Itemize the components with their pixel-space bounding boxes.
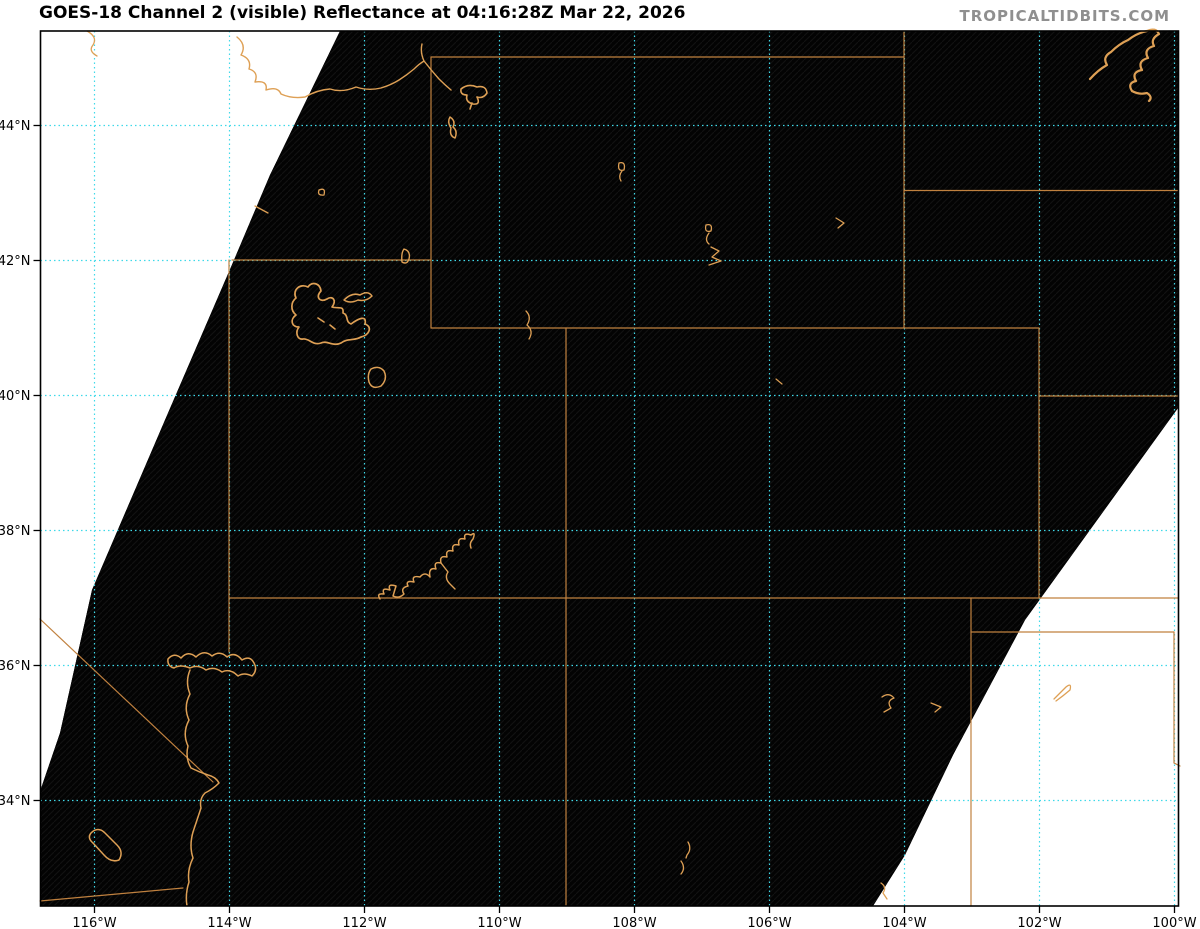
oregon-border-river-fragment [86, 30, 98, 57]
goes-satellite-viewer: GOES-18 Channel 2 (visible) Reflectance … [0, 0, 1200, 929]
lon-tick-label: 116°W [72, 916, 116, 929]
lat-tick-label: 34°N [0, 794, 31, 809]
lat-tick-label: 42°N [0, 254, 31, 269]
lat-tick-label: 40°N [0, 389, 31, 404]
lon-tick-label: 104°W [882, 916, 926, 929]
satellite-map: 44°N 42°N 40°N 38°N 36°N 34°N 116°W 114°W 112°W 1… [0, 28, 1197, 929]
lon-tick-label: 100°W [1152, 916, 1196, 929]
lon-tick-label: 102°W [1017, 916, 1061, 929]
lat-tick-label: 38°N [0, 524, 31, 539]
lon-tick-label: 106°W [747, 916, 791, 929]
satellite-scan-sector [40, 31, 1178, 906]
lon-tick-label: 110°W [477, 916, 521, 929]
lon-tick-label: 114°W [207, 916, 251, 929]
scan-sector-texture [40, 31, 1178, 906]
lat-tick-label: 44°N [0, 119, 31, 134]
lon-tick-label: 112°W [342, 916, 386, 929]
lon-tick-label: 108°W [612, 916, 656, 929]
lat-tick-label: 36°N [0, 659, 31, 674]
canadian-river-tx [1053, 684, 1072, 702]
